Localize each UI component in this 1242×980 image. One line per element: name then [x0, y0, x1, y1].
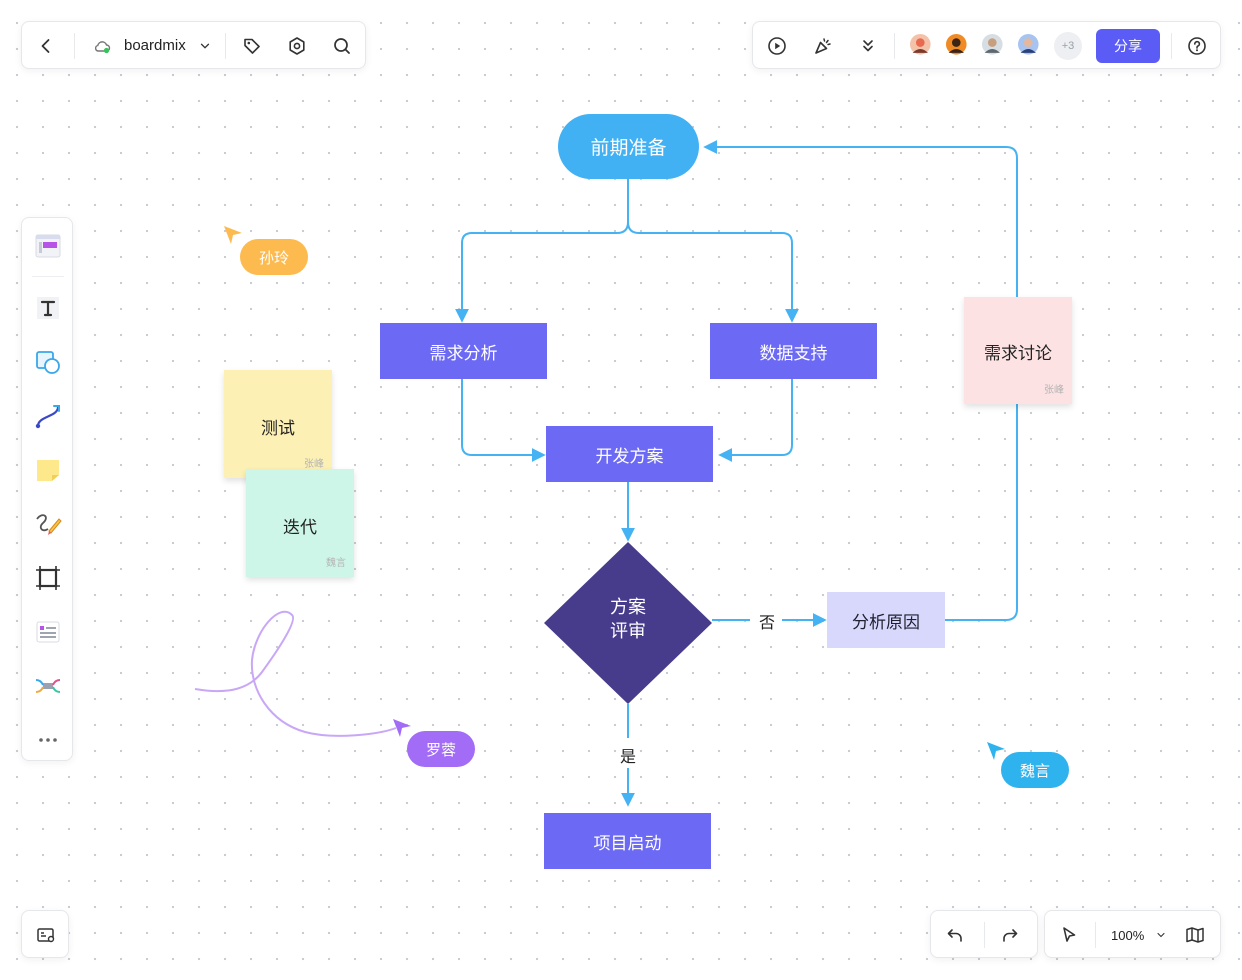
divider [1095, 922, 1096, 948]
double-chevron-down-icon [863, 40, 873, 52]
search-button[interactable] [326, 30, 358, 62]
sticky-note-iterate[interactable]: 迭代 魏言 [246, 469, 354, 577]
sticky-note-text: 迭代 [283, 518, 317, 538]
flow-node-analyze-reason[interactable]: 分析原因 [827, 592, 945, 648]
collaborator-cursor-label: 孙玲 [240, 239, 308, 275]
collaborator-cursor-label: 魏言 [1001, 752, 1069, 788]
template-tool[interactable] [32, 230, 64, 262]
sticky-note-author: 张峰 [304, 459, 324, 470]
help-circle-icon [1188, 37, 1206, 55]
sticky-note-icon [37, 460, 59, 481]
left-toolbar [21, 217, 73, 761]
flow-node-data-support[interactable]: 数据支持 [710, 323, 877, 379]
shape-icon [36, 351, 60, 374]
avatar[interactable] [908, 32, 936, 60]
collaborator-cursor-icon [393, 719, 411, 737]
zoom-bar: 100% [1044, 910, 1221, 958]
help-button[interactable] [1181, 30, 1213, 62]
text-icon [37, 297, 59, 319]
chevron-left-icon [41, 39, 50, 53]
back-button[interactable] [30, 30, 62, 62]
template-icon [35, 234, 61, 258]
divider [1171, 33, 1172, 59]
mindmap-tool[interactable] [32, 670, 64, 702]
pen-tool[interactable] [32, 508, 64, 540]
sticky-note-tool[interactable] [32, 454, 64, 486]
flow-node-review-label: 方案 评审 [580, 596, 676, 644]
divider [894, 33, 895, 59]
frame-icon [36, 566, 60, 590]
avatar[interactable] [980, 32, 1008, 60]
review-label-line2: 评审 [610, 621, 646, 642]
more-horizontal-icon [39, 738, 57, 742]
mindmap-icon [35, 679, 61, 693]
divider [32, 276, 64, 277]
settings-button[interactable] [281, 30, 313, 62]
sticky-note-author: 张峰 [1044, 385, 1064, 396]
flow-node-requirements[interactable]: 需求分析 [380, 323, 547, 379]
shape-tool[interactable] [32, 346, 64, 378]
sticky-note-discuss[interactable]: 需求讨论 张峰 [964, 297, 1072, 404]
edge-label-yes: 是 [618, 743, 639, 767]
topbar-left: boardmix [21, 21, 366, 69]
search-icon [334, 38, 350, 54]
connector-tool[interactable] [32, 400, 64, 432]
cloud-sync-icon [86, 30, 118, 62]
list-tool[interactable] [32, 616, 64, 648]
flow-node-start[interactable]: 前期准备 [558, 114, 699, 179]
divider [225, 33, 226, 59]
board-name[interactable]: boardmix [124, 37, 186, 54]
celebrate-button[interactable] [807, 30, 839, 62]
redo-icon [1003, 929, 1018, 942]
frame-tool[interactable] [32, 562, 64, 594]
party-popper-icon [815, 38, 831, 54]
edge-label-no: 否 [757, 609, 778, 633]
select-tool-button[interactable] [1053, 919, 1085, 951]
history-bar [930, 910, 1038, 958]
sticky-note-text: 需求讨论 [984, 344, 1052, 364]
zoom-level[interactable]: 100% [1111, 928, 1144, 943]
sticky-note-author: 魏言 [326, 558, 346, 569]
undo-icon [947, 929, 962, 942]
gear-icon [289, 37, 305, 55]
undo-button[interactable] [939, 919, 971, 951]
collapse-button[interactable] [852, 30, 884, 62]
minimap-button[interactable] [30, 919, 62, 951]
map-button[interactable] [1179, 919, 1211, 951]
divider [984, 922, 985, 948]
redo-button[interactable] [994, 919, 1026, 951]
sticky-note-text: 测试 [261, 419, 295, 439]
more-tools-button[interactable] [32, 724, 64, 756]
sticky-note-test[interactable]: 测试 张峰 [224, 370, 332, 478]
collaborator-cursor-label: 罗蓉 [407, 731, 475, 767]
text-tool[interactable] [32, 292, 64, 324]
pen-icon [36, 514, 62, 535]
minimap-panel [21, 910, 69, 958]
cursor-arrow-icon [1063, 927, 1076, 942]
tag-button[interactable] [236, 30, 268, 62]
zoom-menu-chevron-down-icon[interactable] [1151, 919, 1171, 951]
board-info-icon [37, 928, 55, 943]
connector-icon [35, 405, 60, 429]
topbar-right: +3 分享 [752, 21, 1221, 69]
list-card-icon [36, 621, 60, 643]
divider [74, 33, 75, 59]
review-label-line1: 方案 [610, 597, 646, 618]
share-button[interactable]: 分享 [1096, 29, 1160, 63]
more-collaborators-count[interactable]: +3 [1054, 32, 1082, 60]
book-map-icon [1186, 927, 1204, 943]
avatar[interactable] [944, 32, 972, 60]
collaborator-cursor-icon [224, 226, 242, 244]
flow-node-dev-plan[interactable]: 开发方案 [546, 426, 713, 482]
flow-node-launch[interactable]: 项目启动 [544, 813, 711, 869]
tag-icon [244, 38, 260, 54]
board-menu-chevron-down-icon[interactable] [194, 30, 216, 62]
present-button[interactable] [761, 30, 793, 62]
play-circle-icon [768, 37, 786, 55]
avatar[interactable] [1016, 32, 1044, 60]
